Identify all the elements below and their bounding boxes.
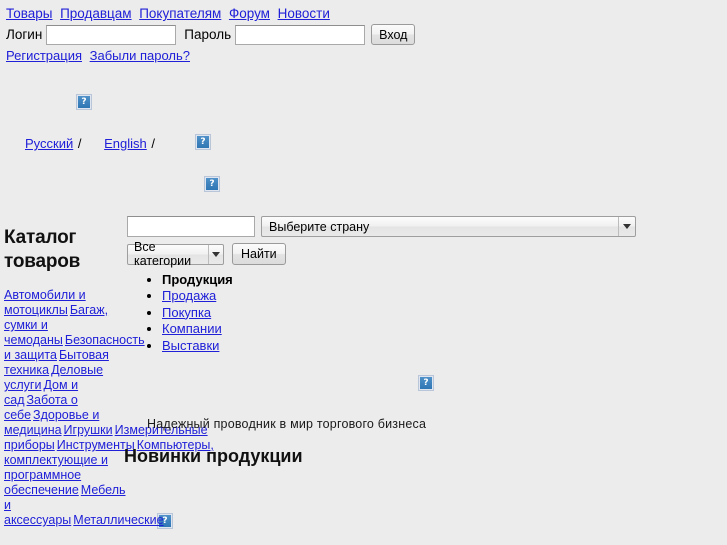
login-submit-button[interactable]: Вход (371, 24, 416, 45)
language-separator: / (77, 136, 82, 151)
language-selector: Русский / English / (6, 136, 187, 151)
nav-link-sellers[interactable]: Продавцам (60, 6, 132, 21)
news-section-heading: Новинки продукции (124, 446, 303, 466)
menu-item-sale: Продажа (162, 288, 233, 304)
menu-link-sale[interactable]: Продажа (162, 288, 216, 303)
broken-image-glyph: ? (197, 136, 209, 148)
broken-image-glyph: ? (78, 96, 90, 108)
category-link-metal[interactable]: Металлические (73, 513, 163, 527)
sidebar: Каталог товаров Автомобили и мотоциклы Ба… (4, 226, 214, 528)
login-label: Логин (6, 27, 43, 42)
country-select[interactable]: Выберите страну (261, 216, 636, 237)
menu-link-companies[interactable]: Компании (162, 321, 222, 336)
broken-image-icon-logo[interactable]: ? (76, 94, 92, 110)
broken-image-icon-banner-top[interactable]: ? (195, 134, 211, 150)
catalog-title: Каталог товаров (4, 227, 81, 272)
search-row-secondary: Все категории Найти (127, 240, 636, 268)
menu-item-exhibitions: Выставки (162, 338, 233, 354)
password-label: Пароль (184, 27, 232, 42)
broken-image-icon-banner-second[interactable]: ? (204, 176, 220, 192)
menu-link-purchase[interactable]: Покупка (162, 305, 211, 320)
country-select-value: Выберите страну (269, 219, 370, 234)
menu-item-production[interactable]: Продукция (162, 272, 233, 288)
top-navigation: Товары Продавцам Покупателям Форум Новос… (6, 6, 334, 21)
language-label-russian: Русский (25, 136, 74, 151)
language-separator: / (151, 136, 156, 151)
section-menu: Продукция Продажа Покупка Компании Выста… (144, 272, 233, 354)
register-link[interactable]: Регистрация (6, 48, 82, 63)
category-link-toys[interactable]: Игрушки (64, 423, 113, 437)
login-input[interactable] (46, 24, 177, 45)
broken-image-glyph: ? (206, 178, 218, 190)
language-link-english[interactable]: English (86, 136, 147, 151)
menu-item-companies: Компании (162, 321, 233, 337)
forgot-password-link[interactable]: Забыли пароль? (90, 48, 190, 63)
catalog-category-list: Автомобили и мотоциклы Багаж, сумки и чем… (4, 288, 214, 528)
nav-link-buyers[interactable]: Покупателям (139, 6, 221, 21)
category-select[interactable]: Все категории (127, 240, 224, 268)
search-panel: Выберите страну Все категории Найти (127, 216, 636, 268)
broken-image-glyph: ? (420, 377, 432, 389)
account-links: Регистрация Забыли пароль? (6, 48, 194, 63)
nav-link-forum[interactable]: Форум (229, 6, 270, 21)
login-form: Логин Пароль Вход (6, 24, 416, 45)
category-select-value: Все категории (134, 240, 192, 268)
nav-link-news[interactable]: Новости (278, 6, 330, 21)
language-label-english: English (104, 136, 147, 151)
menu-item-purchase: Покупка (162, 305, 233, 321)
site-tagline: Надежный проводник в мир торгового бизне… (147, 417, 427, 431)
password-input[interactable] (235, 24, 366, 45)
menu-link-exhibitions[interactable]: Выставки (162, 338, 219, 353)
chevron-down-icon (618, 217, 635, 236)
language-link-russian[interactable]: Русский (7, 136, 73, 151)
find-button[interactable]: Найти (232, 243, 286, 265)
search-row-primary: Выберите страну (127, 216, 636, 237)
chevron-down-icon (207, 244, 223, 264)
broken-image-icon-content-right[interactable]: ? (418, 375, 434, 391)
language-link-third[interactable] (160, 136, 186, 151)
nav-link-goods[interactable]: Товары (6, 6, 52, 21)
search-input[interactable] (127, 216, 255, 237)
